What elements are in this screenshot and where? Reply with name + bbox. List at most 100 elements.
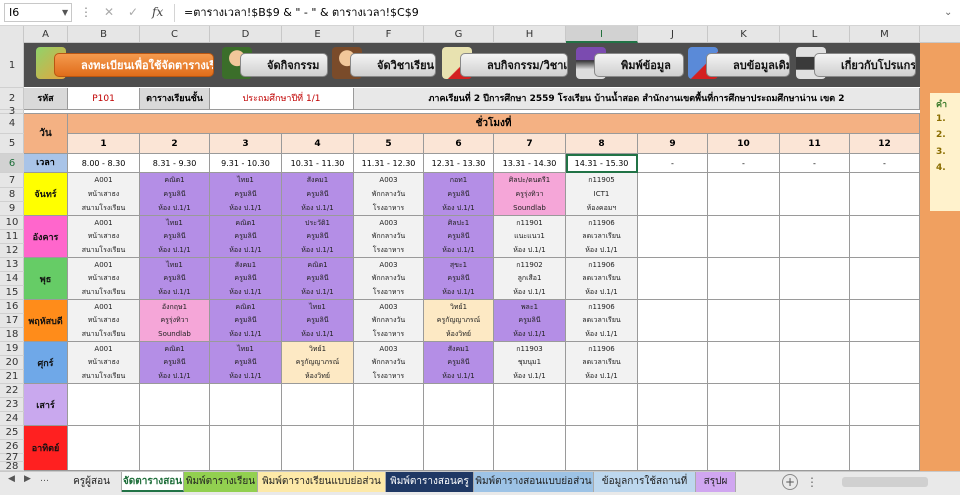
register-button[interactable]: ลงทะเบียนเพื่อใช้จัดตารางเรียน <box>54 53 214 77</box>
row-header-25[interactable]: 25 <box>0 426 24 440</box>
schedule-slot[interactable] <box>708 258 780 300</box>
schedule-slot[interactable] <box>850 426 920 471</box>
row-header-10[interactable]: 10 <box>0 216 24 230</box>
schedule-slot[interactable]: A001 หน้าเสาธง สนามโรงเรียน <box>68 300 140 342</box>
column-header-d[interactable]: D <box>210 26 282 43</box>
time-slot[interactable]: 8.00 - 8.30 <box>68 154 140 173</box>
column-header-a[interactable]: A <box>24 26 68 43</box>
schedule-slot[interactable]: สุขะ1 ครูมลินี ห้อง ป.1/1 <box>424 258 494 300</box>
schedule-slot[interactable]: กอท1 ครูมลินี ห้อง ป.1/1 <box>424 173 494 216</box>
schedule-slot[interactable]: ก11906 ลดเวลาเรียน ห้อง ป.1/1 <box>566 216 638 258</box>
time-slot[interactable]: - <box>780 154 850 173</box>
schedule-slot[interactable] <box>566 384 638 426</box>
row-header-5[interactable]: 5 <box>0 134 24 154</box>
schedule-slot[interactable] <box>68 384 140 426</box>
column-header-f[interactable]: F <box>354 26 424 43</box>
schedule-slot[interactable]: วิทย์1 ครูกัญญาภรณ์ ห้องวิทย์ <box>282 342 354 384</box>
schedule-slot[interactable] <box>210 384 282 426</box>
schedule-slot[interactable]: A001 หน้าเสาธง สนามโรงเรียน <box>68 258 140 300</box>
schedule-slot[interactable] <box>494 384 566 426</box>
schedule-slot[interactable]: A003 พักกลางวัน โรงอาหาร <box>354 173 424 216</box>
schedule-slot[interactable]: ศิลปะ1 ครูมลินี ห้อง ป.1/1 <box>424 216 494 258</box>
row-header-18[interactable]: 18 <box>0 328 24 342</box>
schedule-slot[interactable]: ก11901 แนะแนว1 ห้อง ป.1/1 <box>494 216 566 258</box>
schedule-slot[interactable]: สังคม1 ครูมลินี ห้อง ป.1/1 <box>210 258 282 300</box>
class-value[interactable]: ประถมศึกษาปีที่ 1/1 <box>210 88 354 110</box>
schedule-slot[interactable]: ไทย1 ครูมลินี ห้อง ป.1/1 <box>210 173 282 216</box>
row-header-7[interactable]: 7 <box>0 173 24 188</box>
cancel-icon[interactable]: ✕ <box>104 3 114 21</box>
add-sheet-icon[interactable]: + <box>782 474 798 490</box>
schedule-slot[interactable]: ก11906 ลดเวลาเรียน ห้อง ป.1/1 <box>566 258 638 300</box>
schedule-slot[interactable]: สังคม1 ครูมลินี ห้อง ป.1/1 <box>424 342 494 384</box>
sheet-tab[interactable]: ข้อมูลการใช้สถานที่ <box>594 472 696 492</box>
time-slot[interactable]: - <box>638 154 708 173</box>
time-slot[interactable]: 9.31 - 10.30 <box>210 154 282 173</box>
name-box-dropdown-icon[interactable]: ▼ <box>62 3 68 22</box>
time-slot[interactable]: 8.31 - 9.30 <box>140 154 210 173</box>
row-header-19[interactable]: 19 <box>0 342 24 356</box>
schedule-slot[interactable]: ก11905 ICT1 ห้องคอมฯ <box>566 173 638 216</box>
delete-data-button[interactable]: ลบข้อมูลเดิม <box>706 53 790 77</box>
schedule-slot[interactable]: A003 พักกลางวัน โรงอาหาร <box>354 216 424 258</box>
schedule-slot[interactable] <box>494 426 566 471</box>
column-header-b[interactable]: B <box>68 26 140 43</box>
previous-sheet-icon[interactable]: ◀ <box>8 474 15 484</box>
select-all-corner[interactable] <box>0 26 24 43</box>
row-header-8[interactable]: 8 <box>0 188 24 202</box>
column-header-c[interactable]: C <box>140 26 210 43</box>
schedule-slot[interactable]: ไทย1 ครูมลินี ห้อง ป.1/1 <box>140 216 210 258</box>
schedule-slot[interactable] <box>850 384 920 426</box>
schedule-slot[interactable] <box>638 384 708 426</box>
more-sheets-icon[interactable]: … <box>40 474 49 484</box>
activities-button[interactable]: จัดกิจกรรม <box>240 53 328 77</box>
schedule-slot[interactable] <box>210 426 282 471</box>
enter-icon[interactable]: ✓ <box>128 3 138 21</box>
schedule-slot[interactable]: A001 หน้าเสาธง สนามโรงเรียน <box>68 216 140 258</box>
row-header-1[interactable]: 1 <box>0 43 24 88</box>
next-sheet-icon[interactable]: ▶ <box>24 474 31 484</box>
formula-input[interactable]: =ตารางเวลา!$B$9 & " - " & ตารางเวลา!$C$9 <box>184 3 419 22</box>
row-header-17[interactable]: 17 <box>0 314 24 328</box>
schedule-slot[interactable] <box>850 342 920 384</box>
delete-activity-button[interactable]: ลบกิจกรรม/วิชาเรียน <box>460 53 568 77</box>
schedule-slot[interactable] <box>780 300 850 342</box>
row-header-12[interactable]: 12 <box>0 244 24 258</box>
schedule-slot[interactable] <box>708 216 780 258</box>
schedule-slot[interactable] <box>354 426 424 471</box>
schedule-slot[interactable] <box>780 173 850 216</box>
column-header-e[interactable]: E <box>282 26 354 43</box>
row-header-20[interactable]: 20 <box>0 356 24 370</box>
schedule-slot[interactable] <box>638 300 708 342</box>
schedule-slot[interactable] <box>708 426 780 471</box>
schedule-slot[interactable]: คณิต1 ครูมลินี ห้อง ป.1/1 <box>140 342 210 384</box>
schedule-slot[interactable] <box>780 216 850 258</box>
row-header-24[interactable]: 24 <box>0 412 24 426</box>
schedule-slot[interactable] <box>354 384 424 426</box>
about-button[interactable]: เกี่ยวกับโปรแกรม <box>814 53 916 77</box>
schedule-slot[interactable] <box>708 173 780 216</box>
schedule-slot[interactable]: ก11902 ลูกเสือ1 ห้อง ป.1/1 <box>494 258 566 300</box>
schedule-slot[interactable]: A003 พักกลางวัน โรงอาหาร <box>354 300 424 342</box>
expand-formula-bar-icon[interactable]: ⌄ <box>944 4 952 22</box>
schedule-slot[interactable] <box>780 384 850 426</box>
column-header-g[interactable]: G <box>424 26 494 43</box>
schedule-slot[interactable] <box>850 216 920 258</box>
row-header-9[interactable]: 9 <box>0 202 24 216</box>
schedule-slot[interactable] <box>282 384 354 426</box>
row-header-22[interactable]: 22 <box>0 384 24 398</box>
subjects-button[interactable]: จัดวิชาเรียน <box>350 53 436 77</box>
schedule-slot[interactable] <box>638 426 708 471</box>
schedule-slot[interactable] <box>708 384 780 426</box>
sheet-tab[interactable]: จัดตารางสอน <box>122 472 184 492</box>
schedule-slot[interactable]: ก11906 ลดเวลาเรียน ห้อง ป.1/1 <box>566 300 638 342</box>
schedule-slot[interactable]: ก11906 ลดเวลาเรียน ห้อง ป.1/1 <box>566 342 638 384</box>
schedule-slot[interactable] <box>708 300 780 342</box>
schedule-slot[interactable]: พละ1 ครูมลินี ห้อง ป.1/1 <box>494 300 566 342</box>
schedule-slot[interactable]: สังคม1 ครูมลินี ห้อง ป.1/1 <box>282 173 354 216</box>
column-header-j[interactable]: J <box>638 26 708 43</box>
schedule-slot[interactable] <box>638 258 708 300</box>
schedule-slot[interactable] <box>780 342 850 384</box>
row-header-14[interactable]: 14 <box>0 272 24 286</box>
schedule-slot[interactable]: ก11903 ชุมนุม1 ห้อง ป.1/1 <box>494 342 566 384</box>
